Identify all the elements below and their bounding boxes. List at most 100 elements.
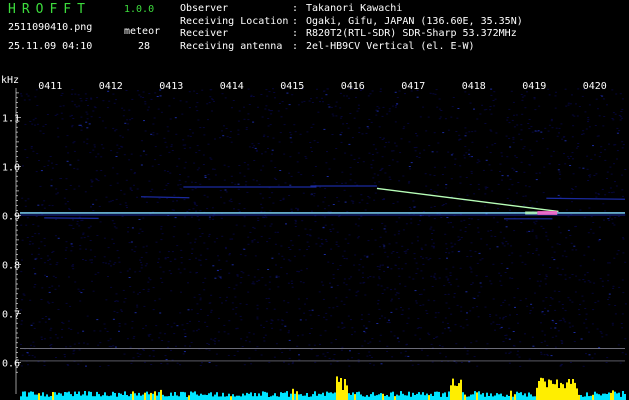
noise-speck	[320, 281, 323, 283]
noise-speck	[315, 355, 318, 357]
noise-speck	[137, 293, 139, 295]
noise-speck	[351, 334, 353, 336]
noise-speck	[484, 188, 487, 190]
level-bar	[314, 391, 316, 400]
noise-speck	[70, 93, 73, 95]
noise-speck	[201, 89, 204, 91]
noise-speck	[476, 262, 479, 264]
noise-speck	[392, 150, 395, 152]
noise-speck	[602, 285, 604, 287]
noise-speck	[176, 200, 178, 202]
noise-speck	[605, 334, 608, 336]
noise-speck	[490, 235, 493, 237]
noise-speck	[60, 178, 63, 179]
level-bar	[464, 394, 466, 400]
noise-speck	[210, 309, 213, 311]
noise-speck	[583, 254, 586, 256]
noise-speck	[464, 146, 467, 148]
noise-speck	[616, 127, 619, 129]
noise-speck	[470, 170, 473, 172]
noise-speck	[543, 314, 546, 316]
noise-speck	[597, 193, 600, 195]
noise-speck	[110, 286, 113, 288]
noise-speck	[300, 269, 303, 271]
noise-speck	[394, 91, 397, 93]
noise-speck	[341, 346, 344, 348]
noise-speck	[580, 338, 583, 340]
noise-speck	[559, 196, 562, 198]
noise-speck	[167, 130, 170, 132]
noise-speck	[391, 298, 393, 300]
noise-speck	[369, 276, 372, 277]
noise-speck	[37, 225, 40, 227]
noise-speck	[503, 299, 506, 301]
noise-speck	[136, 196, 138, 198]
noise-speck	[277, 184, 280, 186]
noise-speck	[495, 314, 498, 316]
noise-speck	[459, 138, 462, 140]
noise-speck	[179, 174, 181, 175]
noise-speck	[499, 280, 502, 282]
noise-speck	[509, 178, 512, 180]
noise-speck	[96, 97, 99, 99]
noise-speck	[383, 247, 386, 249]
noise-speck	[508, 122, 511, 124]
level-bar	[478, 391, 480, 400]
noise-speck	[24, 123, 27, 125]
noise-speck	[351, 357, 354, 359]
noise-speck	[110, 150, 113, 152]
noise-speck	[253, 239, 256, 241]
noise-speck	[160, 239, 163, 241]
noise-speck	[123, 353, 126, 355]
info-value: R820T2(RTL-SDR) SDR-Sharp 53.372MHz	[306, 28, 517, 39]
noise-speck	[457, 240, 460, 241]
noise-speck	[335, 241, 338, 243]
noise-speck	[569, 299, 572, 301]
noise-speck	[340, 116, 343, 117]
noise-speck	[592, 145, 594, 147]
noise-speck	[174, 217, 177, 219]
noise-speck	[85, 365, 87, 367]
noise-speck	[180, 249, 183, 251]
noise-speck	[345, 284, 348, 286]
noise-speck	[447, 327, 450, 329]
level-bar	[100, 396, 102, 400]
noise-speck	[500, 263, 503, 265]
noise-speck	[34, 124, 36, 126]
noise-speck	[326, 176, 329, 177]
noise-speck	[350, 154, 353, 156]
noise-speck	[219, 276, 222, 278]
noise-speck	[547, 88, 550, 90]
noise-speck	[535, 237, 538, 239]
noise-speck	[332, 277, 335, 279]
noise-speck	[530, 303, 533, 305]
level-bar	[46, 394, 48, 400]
noise-speck	[38, 160, 40, 161]
noise-speck	[327, 104, 330, 105]
noise-speck	[376, 266, 379, 267]
noise-speck	[89, 152, 92, 154]
noise-speck	[229, 137, 232, 138]
noise-speck	[183, 268, 186, 270]
noise-speck	[184, 181, 187, 183]
noise-speck	[182, 139, 185, 141]
noise-speck	[455, 343, 458, 345]
noise-speck	[39, 130, 42, 132]
noise-speck	[116, 173, 119, 175]
spectrogram-panel: 0411 0412 0413 0414 0415 0416 0417 0418 0419 0420…	[0, 72, 629, 400]
noise-speck	[396, 161, 399, 163]
noise-speck	[123, 301, 126, 303]
level-bar	[394, 396, 396, 400]
noise-speck	[556, 135, 559, 137]
noise-speck	[472, 297, 475, 299]
noise-speck	[52, 250, 55, 252]
level-bar	[468, 396, 470, 400]
level-bar	[438, 391, 440, 400]
noise-speck	[581, 295, 584, 297]
noise-speck	[500, 152, 503, 154]
noise-speck	[172, 200, 175, 202]
noise-speck	[136, 188, 139, 190]
noise-speck	[203, 134, 206, 136]
noise-speck	[65, 146, 68, 148]
noise-speck	[107, 247, 110, 249]
